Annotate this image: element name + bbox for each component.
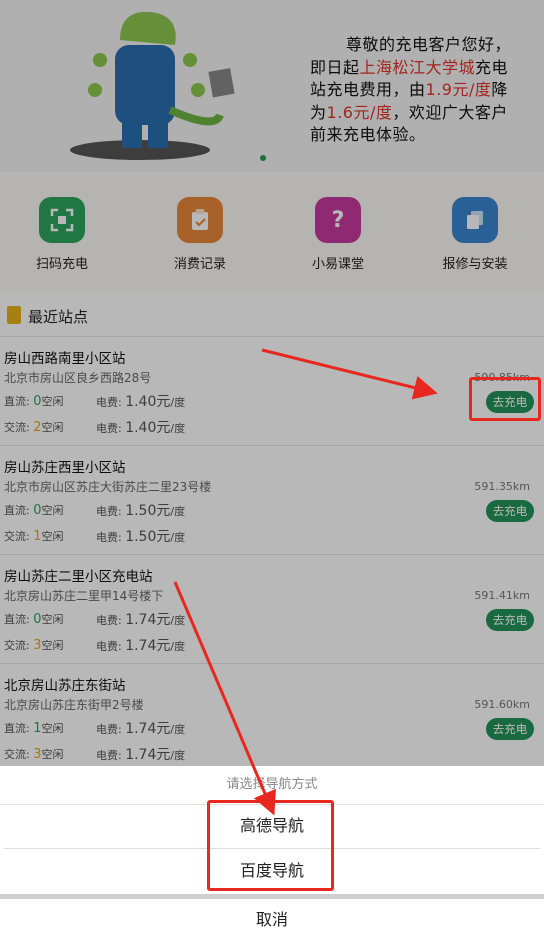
- dinosaur-mascot-illustration: [70, 11, 235, 160]
- station-name: 北京房山苏庄东街站: [4, 678, 126, 694]
- station-distance: 591.41km: [474, 589, 530, 602]
- dc-price: 电费: 1.74元/度: [96, 721, 186, 737]
- promo-line-5: 前来充电体验。: [310, 125, 426, 144]
- station-distance: 591.35km: [474, 480, 530, 493]
- menu-classroom[interactable]: ? 小易课堂: [278, 197, 398, 272]
- menu-label: 扫码充电: [35, 257, 88, 272]
- question-icon: ?: [315, 197, 361, 243]
- dc-availability: 直流: 0空闲: [4, 394, 64, 409]
- station-name: 房山苏庄西里小区站: [4, 460, 126, 476]
- station-address: 北京市房山区苏庄大街苏庄二里23号楼: [4, 480, 212, 494]
- promo-line-1: 尊敬的充电客户您好，: [346, 35, 512, 54]
- station-address: 北京市房山区良乡西路28号: [4, 371, 152, 385]
- station-list-item[interactable]: 房山苏庄二里小区充电站 北京房山苏庄二里甲14号楼下 591.41km 直流: 0空闲…: [0, 555, 544, 664]
- station-list-item[interactable]: 北京房山苏庄东街站 北京房山苏庄东街甲2号楼 591.60km 直流: 1空闲 电费: …: [0, 664, 544, 773]
- clipboard-icon: [177, 197, 223, 243]
- dc-price: 电费: 1.74元/度: [96, 612, 186, 628]
- promo-text: 尊敬的充电客户您好， 即日起上海松江大学城充电 站充电费用，由1.9元/度降 为…: [310, 34, 532, 147]
- station-address: 北京房山苏庄二里甲14号楼下: [4, 589, 164, 603]
- dc-price: 电费: 1.40元/度: [96, 394, 186, 410]
- station-list-item[interactable]: 房山西路南里小区站 北京市房山区良乡西路28号 590.85km 直流: 0空闲 电费:…: [0, 337, 544, 446]
- cancel-button[interactable]: 取消: [0, 899, 544, 941]
- highlight-nav-options: [207, 800, 334, 891]
- scan-icon: [39, 197, 85, 243]
- promo-line-4: 为1.6元/度，欢迎广大客户: [310, 102, 508, 122]
- ac-availability: 交流: 2空闲: [4, 420, 64, 435]
- ac-price: 电费: 1.50元/度: [96, 529, 186, 545]
- station-name: 房山西路南里小区站: [4, 351, 126, 367]
- ac-availability: 交流: 1空闲: [4, 529, 64, 544]
- dc-availability: 直流: 1空闲: [4, 721, 64, 736]
- station-address: 北京房山苏庄东街甲2号楼: [4, 698, 144, 712]
- promo-line-3: 站充电费用，由1.9元/度降: [310, 80, 508, 99]
- ac-availability: 交流: 3空闲: [4, 747, 64, 762]
- quick-menu: 扫码充电 消费记录 ? 小易课堂 报修与安装: [0, 175, 544, 293]
- menu-scan-charge[interactable]: 扫码充电: [2, 197, 122, 272]
- menu-consumption-records[interactable]: 消费记录: [140, 197, 260, 272]
- menu-repair-install[interactable]: 报修与安装: [415, 197, 535, 272]
- menu-label: 消费记录: [173, 257, 226, 272]
- promo-banner[interactable]: 尊敬的充电客户您好， 即日起上海松江大学城充电 站充电费用，由1.9元/度降 为…: [0, 0, 544, 172]
- promo-line-2: 即日起上海松江大学城充电: [310, 57, 509, 77]
- dc-price: 电费: 1.50元/度: [96, 503, 186, 519]
- station-distance: 591.60km: [474, 698, 530, 711]
- ac-availability: 交流: 3空闲: [4, 638, 64, 653]
- menu-label: 报修与安装: [442, 257, 508, 272]
- book-icon: [7, 306, 21, 324]
- dc-availability: 直流: 0空闲: [4, 612, 64, 627]
- recent-stations-header: 最近站点: [0, 296, 544, 337]
- copy-icon: [452, 197, 498, 243]
- menu-label: 小易课堂: [311, 257, 364, 272]
- go-charge-button[interactable]: 去充电: [486, 718, 534, 740]
- highlight-go-charge: [469, 377, 541, 421]
- ac-price: 电费: 1.74元/度: [96, 638, 186, 654]
- section-title: 最近站点: [28, 308, 89, 326]
- ac-price: 电费: 1.40元/度: [96, 420, 186, 436]
- station-name: 房山苏庄二里小区充电站: [4, 569, 153, 585]
- dc-availability: 直流: 0空闲: [4, 503, 64, 518]
- go-charge-button[interactable]: 去充电: [486, 609, 534, 631]
- station-list-item[interactable]: 房山苏庄西里小区站北京市房山区苏庄大街苏庄二里23号楼 591.35km 直流: 0…: [0, 446, 544, 555]
- go-charge-button[interactable]: 去充电: [486, 500, 534, 522]
- carousel-indicator: [260, 155, 266, 161]
- ac-price: 电费: 1.74元/度: [96, 747, 186, 763]
